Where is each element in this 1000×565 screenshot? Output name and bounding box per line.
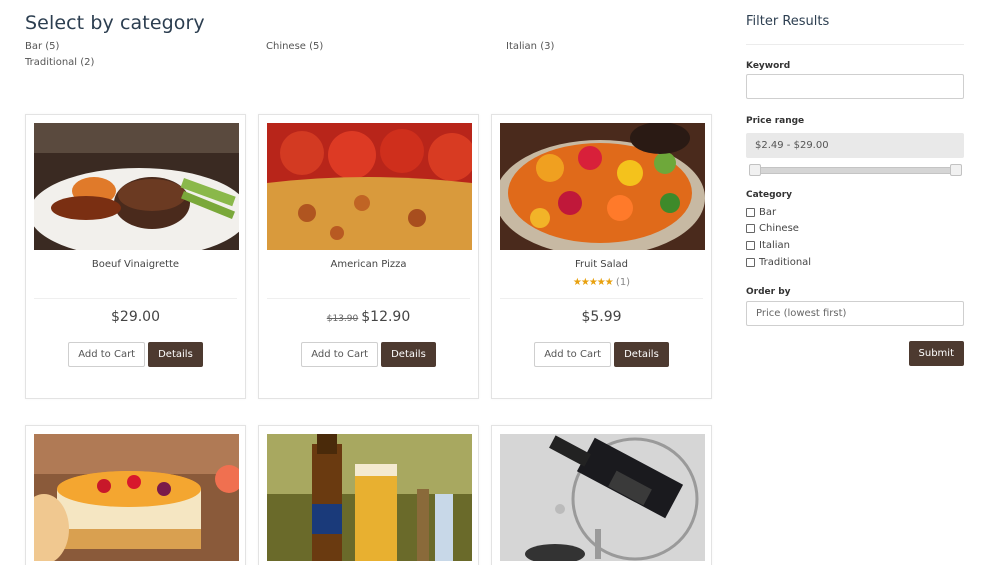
checkbox[interactable] bbox=[746, 241, 755, 250]
wine-bottle-image[interactable] bbox=[500, 434, 705, 561]
page-title: Select by category bbox=[25, 12, 205, 34]
category-option-chinese[interactable]: Chinese bbox=[746, 222, 799, 235]
product-card bbox=[491, 425, 712, 565]
checkbox[interactable] bbox=[746, 208, 755, 217]
details-button[interactable]: Details bbox=[381, 342, 436, 367]
category-link-chinese[interactable]: Chinese (5) bbox=[266, 41, 323, 52]
divider bbox=[267, 298, 470, 299]
details-button[interactable]: Details bbox=[614, 342, 669, 367]
sidebar-title: Filter Results bbox=[746, 14, 830, 29]
category-option-traditional[interactable]: Traditional bbox=[746, 256, 811, 269]
old-price: $13.90 bbox=[326, 314, 359, 324]
product-card bbox=[25, 425, 246, 565]
category-option-italian[interactable]: Italian bbox=[746, 239, 790, 252]
product-name[interactable]: American Pizza bbox=[259, 259, 478, 270]
rating-count: (1) bbox=[615, 277, 631, 288]
product-card: Fruit Salad ★★★★★ (1) $5.99 Add to Cart … bbox=[491, 114, 712, 399]
category-link-italian[interactable]: Italian (3) bbox=[506, 41, 554, 52]
pizza-image[interactable] bbox=[267, 123, 472, 250]
category-option-bar[interactable]: Bar bbox=[746, 206, 776, 219]
filter-sidebar: Filter Results Keyword Price range $2.49… bbox=[746, 0, 964, 565]
order-by-label: Order by bbox=[746, 287, 791, 297]
slider-max-handle[interactable] bbox=[950, 164, 962, 176]
product-card: Boeuf Vinaigrette $29.00 Add to Cart Det… bbox=[25, 114, 246, 399]
category-label: Category bbox=[746, 190, 793, 200]
product-rating[interactable]: ★★★★★ (1) bbox=[492, 277, 711, 288]
product-listing: Select by category Bar (5) Chinese (5) I… bbox=[25, 0, 715, 565]
fruit-salad-image[interactable] bbox=[500, 123, 705, 250]
option-label: Traditional bbox=[759, 257, 812, 268]
product-card bbox=[258, 425, 479, 565]
option-label: Chinese bbox=[759, 223, 799, 234]
beer-image[interactable] bbox=[267, 434, 472, 561]
option-label: Italian bbox=[759, 240, 791, 251]
current-price: $5.99 bbox=[581, 309, 622, 325]
steak-image[interactable] bbox=[34, 123, 239, 250]
slider-min-handle[interactable] bbox=[749, 164, 761, 176]
keyword-input[interactable] bbox=[746, 74, 964, 99]
submit-button[interactable]: Submit bbox=[908, 341, 964, 366]
product-name[interactable]: Boeuf Vinaigrette bbox=[26, 259, 245, 270]
category-link-bar[interactable]: Bar (5) bbox=[25, 41, 59, 52]
price-range-slider[interactable] bbox=[749, 164, 962, 176]
keyword-label: Keyword bbox=[746, 61, 791, 71]
divider bbox=[34, 298, 237, 299]
add-to-cart-button[interactable]: Add to Cart bbox=[301, 342, 379, 367]
price-range-label: Price range bbox=[746, 116, 805, 126]
add-to-cart-button[interactable]: Add to Cart bbox=[68, 342, 146, 367]
divider bbox=[500, 298, 703, 299]
order-by-select[interactable]: Price (lowest first) bbox=[746, 301, 964, 326]
product-price: $29.00 bbox=[26, 309, 245, 325]
product-name[interactable]: Fruit Salad bbox=[492, 259, 711, 270]
star-rating-icon: ★★★★★ bbox=[572, 277, 614, 288]
product-card: American Pizza $13.90 $12.90 Add to Cart … bbox=[258, 114, 479, 399]
checkbox[interactable] bbox=[746, 258, 755, 267]
details-button[interactable]: Details bbox=[148, 342, 203, 367]
cheesecake-image[interactable] bbox=[34, 434, 239, 561]
current-price: $12.90 bbox=[361, 309, 411, 325]
product-price: $13.90 $12.90 bbox=[259, 309, 478, 325]
slider-track[interactable] bbox=[749, 167, 962, 174]
current-price: $29.00 bbox=[111, 309, 160, 325]
checkbox[interactable] bbox=[746, 224, 755, 233]
option-label: Bar bbox=[759, 207, 777, 218]
add-to-cart-button[interactable]: Add to Cart bbox=[534, 342, 612, 367]
price-range-display: $2.49 - $29.00 bbox=[746, 133, 964, 158]
divider bbox=[746, 44, 964, 45]
product-price: $5.99 bbox=[492, 309, 711, 325]
category-link-traditional[interactable]: Traditional (2) bbox=[25, 57, 94, 68]
